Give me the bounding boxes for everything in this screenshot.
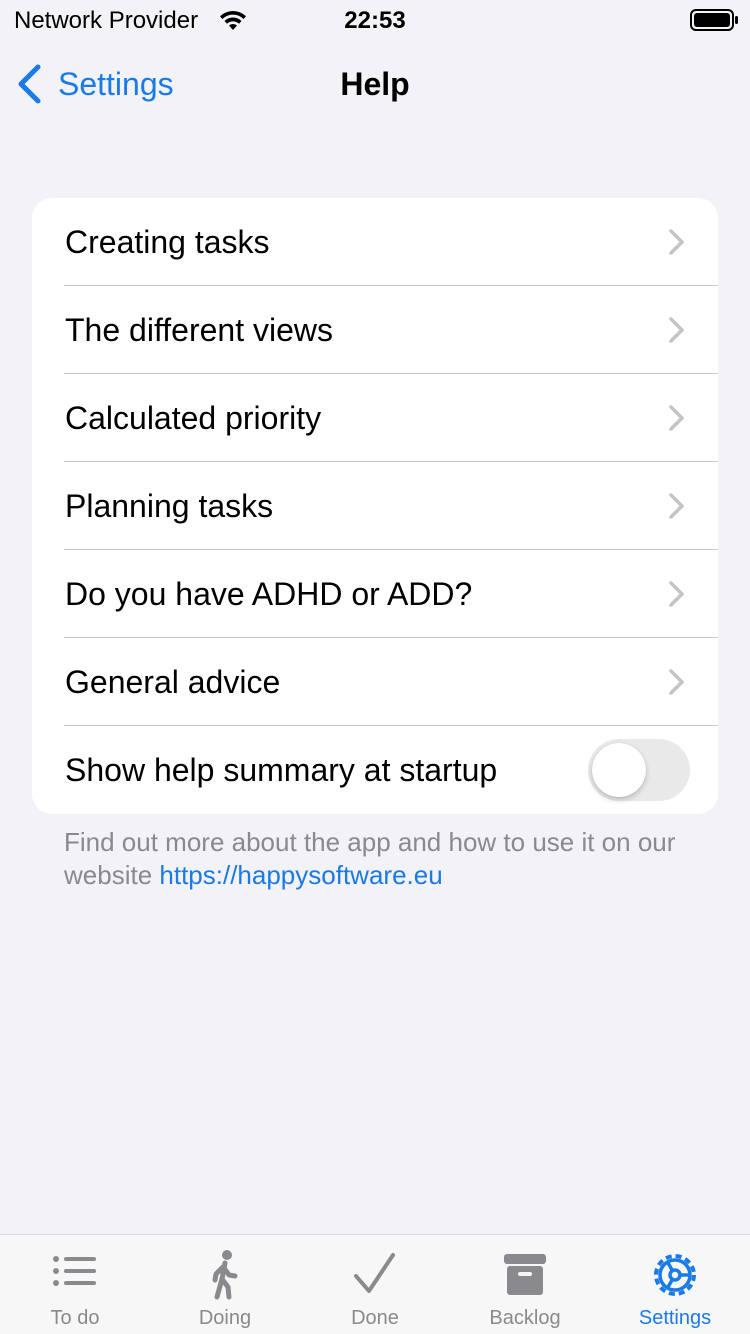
help-item-label: Calculated priority bbox=[65, 399, 322, 436]
help-item-adhd[interactable]: Do you have ADHD or ADD? bbox=[32, 550, 718, 638]
archive-icon bbox=[504, 1254, 546, 1295]
checkmark-icon bbox=[354, 1253, 395, 1293]
website-link[interactable]: https://happysoftware.eu bbox=[159, 860, 442, 890]
tab-label: Backlog bbox=[489, 1307, 561, 1329]
chevron-right-icon bbox=[669, 581, 684, 607]
chevron-right-icon bbox=[669, 229, 684, 255]
help-item-label: The different views bbox=[65, 311, 333, 348]
help-item-different-views[interactable]: The different views bbox=[32, 286, 718, 374]
walking-icon bbox=[212, 1250, 238, 1300]
chevron-right-icon bbox=[669, 669, 684, 695]
startup-summary-label: Show help summary at startup bbox=[65, 751, 498, 788]
tab-backlog[interactable]: Backlog bbox=[450, 1235, 600, 1334]
startup-summary-toggle[interactable] bbox=[588, 739, 690, 801]
tab-settings[interactable]: Settings bbox=[600, 1235, 750, 1334]
help-list: Creating tasks The different views Calcu… bbox=[32, 198, 718, 814]
tab-bar: To do Doing Done Backlog Settings bbox=[0, 1234, 750, 1334]
chevron-right-icon bbox=[669, 317, 684, 343]
help-item-label: Do you have ADHD or ADD? bbox=[65, 575, 473, 612]
battery-icon bbox=[690, 9, 738, 31]
gear-icon bbox=[654, 1254, 696, 1296]
help-item-label: Creating tasks bbox=[65, 223, 270, 260]
page-title: Help bbox=[340, 66, 410, 102]
footer-note: Find out more about the app and how to u… bbox=[64, 826, 694, 892]
startup-summary-row: Show help summary at startup bbox=[32, 726, 718, 814]
help-item-planning-tasks[interactable]: Planning tasks bbox=[32, 462, 718, 550]
help-item-label: General advice bbox=[65, 663, 281, 700]
tab-done[interactable]: Done bbox=[300, 1235, 450, 1334]
toggle-knob bbox=[592, 743, 646, 797]
navigation-bar: Settings Help bbox=[0, 52, 750, 118]
tab-to-do[interactable]: To do bbox=[0, 1235, 150, 1334]
help-item-creating-tasks[interactable]: Creating tasks bbox=[32, 198, 718, 286]
tab-label: Doing bbox=[198, 1307, 252, 1329]
help-item-general-advice[interactable]: General advice bbox=[32, 638, 718, 726]
list-icon bbox=[53, 1256, 96, 1286]
chevron-right-icon bbox=[669, 405, 684, 431]
tab-doing[interactable]: Doing bbox=[150, 1235, 300, 1334]
status-time: 22:53 bbox=[344, 7, 406, 34]
tab-label: Settings bbox=[638, 1307, 712, 1329]
tab-label: Done bbox=[351, 1307, 399, 1329]
help-item-label: Planning tasks bbox=[65, 487, 274, 524]
help-item-calculated-priority[interactable]: Calculated priority bbox=[32, 374, 718, 462]
chevron-right-icon bbox=[669, 493, 684, 519]
status-bar: Network Provider 22:53 bbox=[0, 0, 750, 40]
tab-label: To do bbox=[50, 1307, 100, 1329]
